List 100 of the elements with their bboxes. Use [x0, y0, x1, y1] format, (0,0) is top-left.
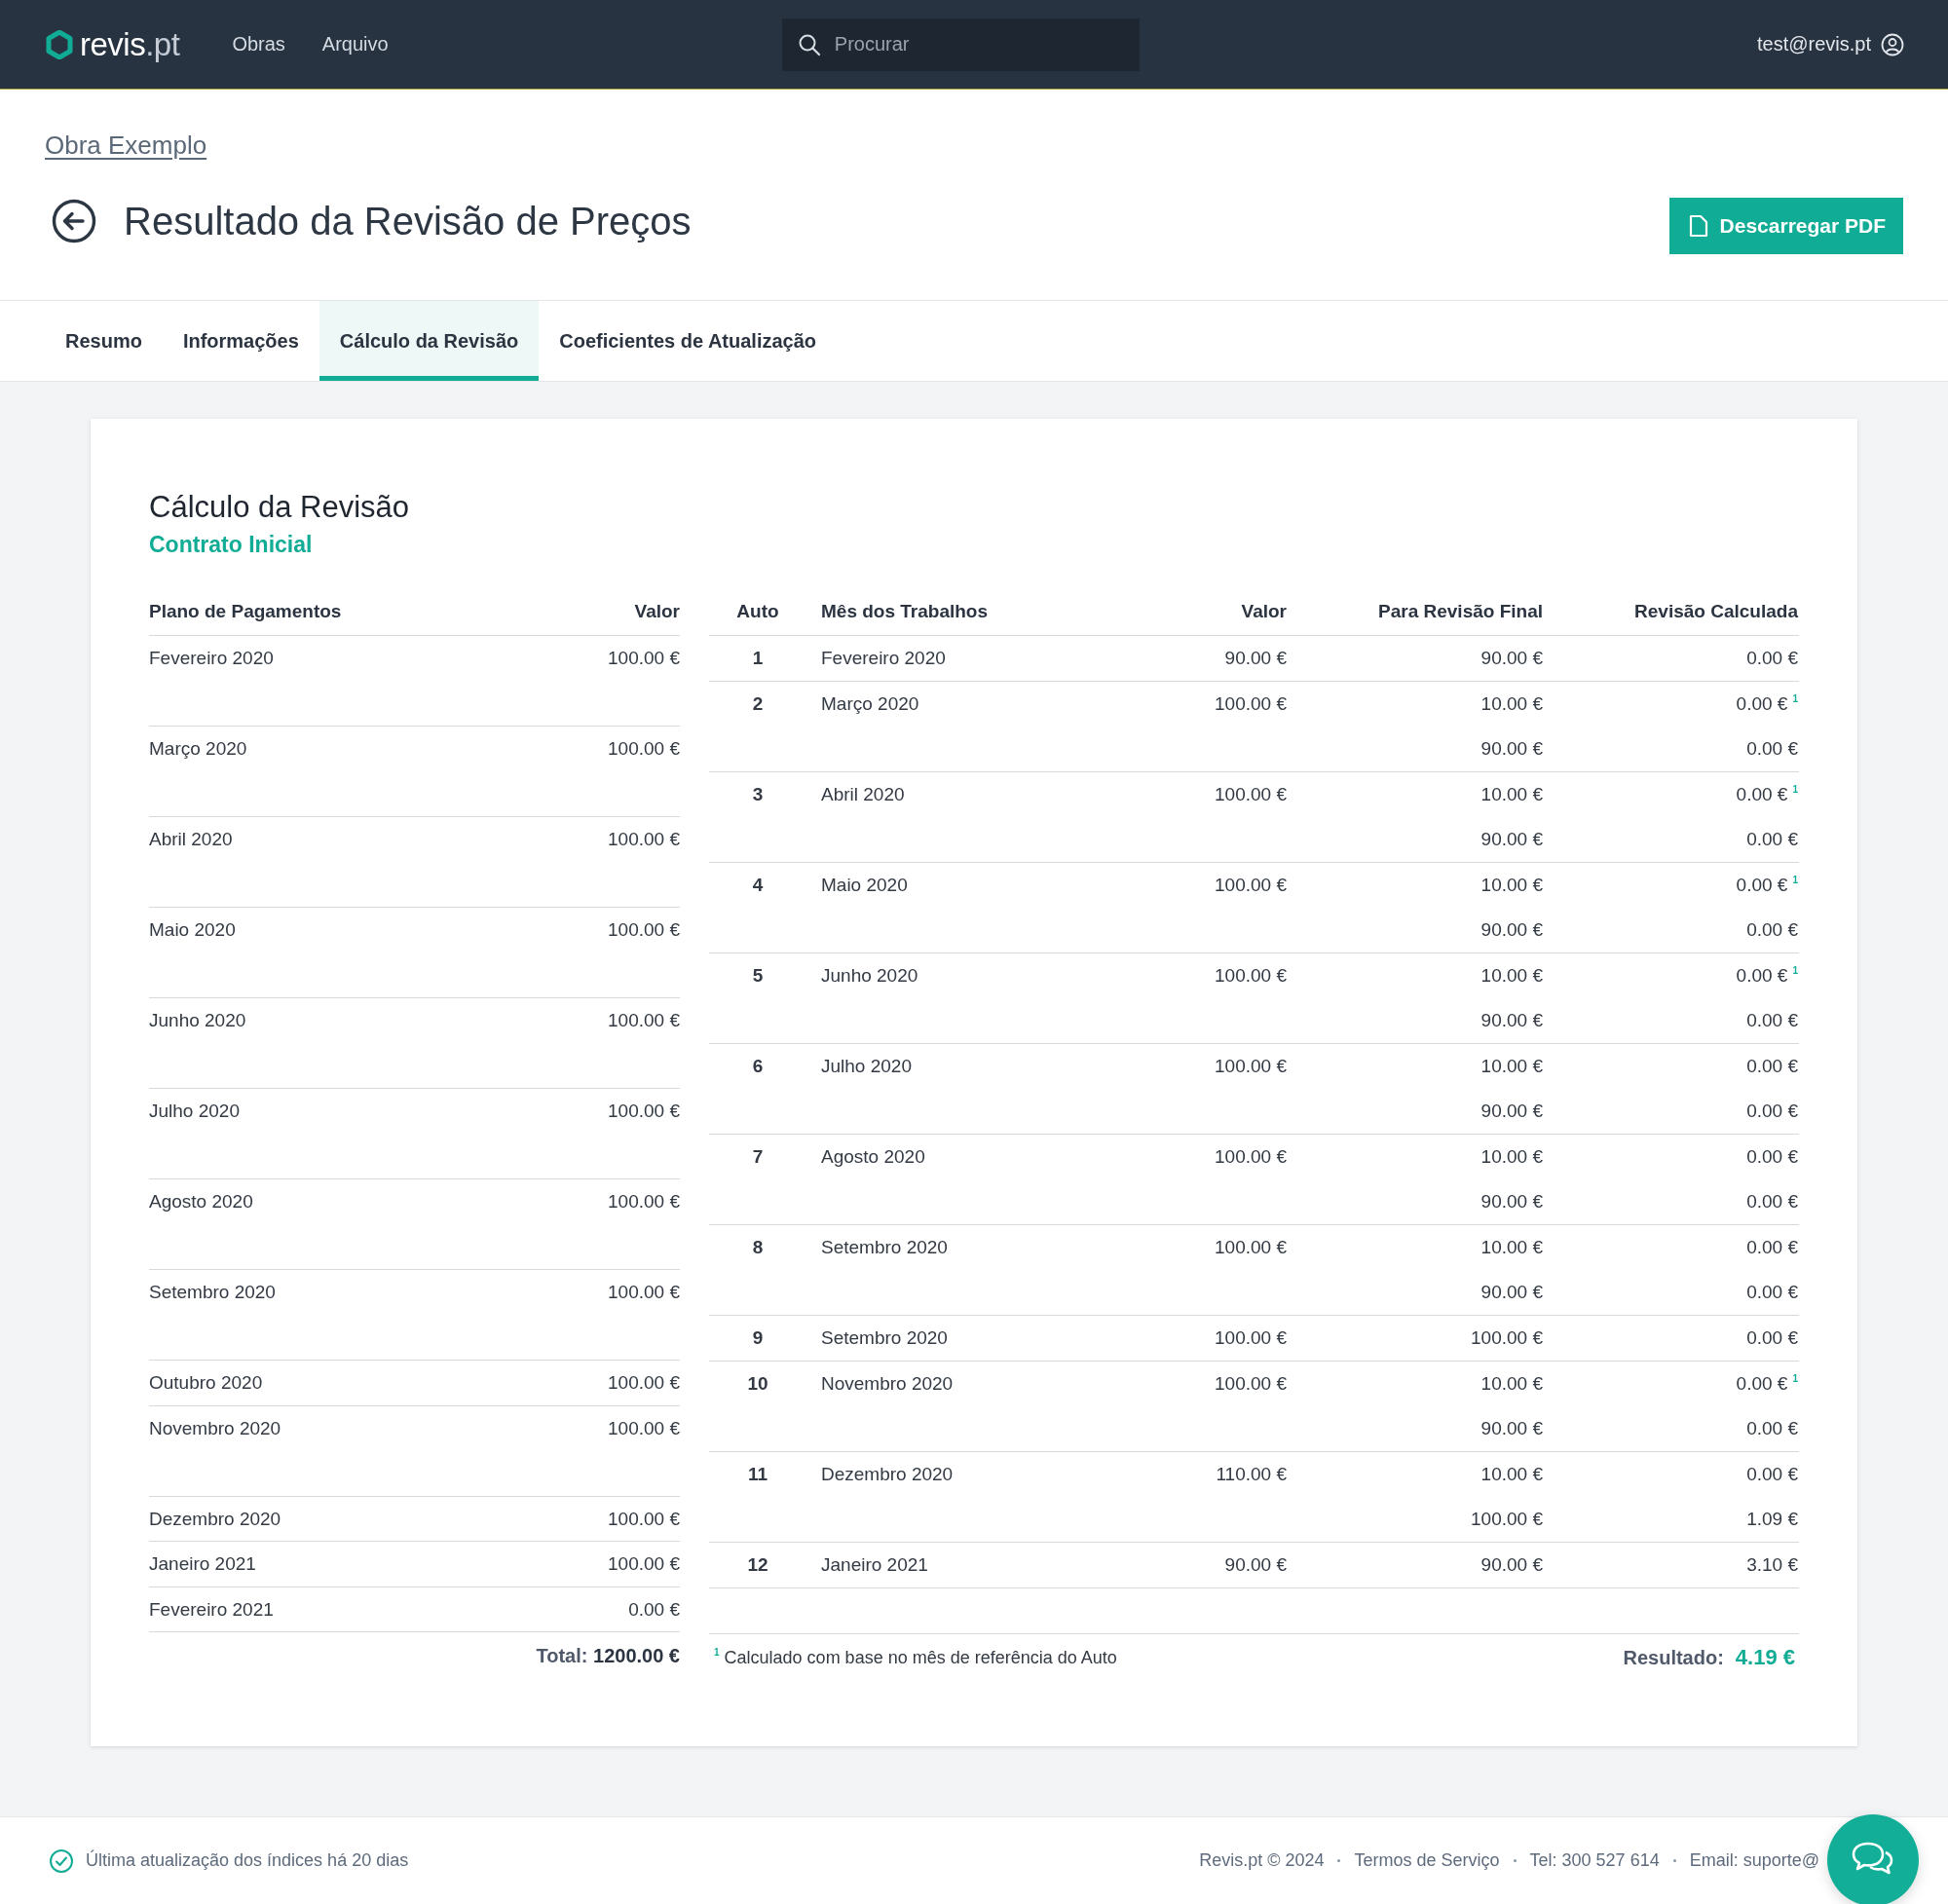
table-cell-text: Fevereiro 2020 [820, 648, 947, 669]
nav-link[interactable]: Arquivo [321, 33, 389, 56]
column-header: Valor [634, 601, 680, 622]
table-cell: 100.00 € [608, 738, 680, 761]
table-cell: 0.00 € [628, 1598, 680, 1621]
table-cell-text: 3 [751, 784, 765, 805]
table-cell: 0.00 € [1746, 1237, 1798, 1257]
file-icon [1688, 214, 1708, 238]
table-cell-text: 90.00 € [1480, 1554, 1543, 1576]
table-cell-text: Julho 2020 [149, 1101, 241, 1123]
table-cell: 100.00 € [608, 1191, 680, 1213]
card-title: Cálculo da Revisão [149, 489, 411, 526]
tab[interactable]: Cálculo da Revisão [318, 301, 540, 381]
table-cell: 0.00 € [1746, 738, 1798, 759]
table-cell-text: Fevereiro 2021 [149, 1598, 275, 1621]
table-cell-text: 110.00 € [1215, 1464, 1287, 1485]
table-cell-text: Junho 2020 [820, 965, 919, 987]
table-cell-text: 10.00 € [1480, 1464, 1543, 1485]
tab[interactable]: Coeficientes de Atualização [539, 301, 838, 381]
user-email[interactable]: test@revis.pt [1757, 33, 1871, 56]
table-cell: 100.00 € [608, 829, 680, 851]
table-cell-text: 10.00 € [1480, 875, 1543, 896]
table-cell-text: 100.00 € [1214, 1146, 1287, 1168]
table-cell-text: 90.00 € [1480, 1010, 1543, 1031]
table-cell-text: Maio 2020 [820, 875, 909, 896]
table-cell-text: Agosto 2020 [149, 1191, 254, 1213]
update-status: Última atualização dos índices há 20 dias [86, 1850, 409, 1871]
card-subtitle: Contrato Inicial [149, 531, 314, 559]
table-cell: 1.09 € [1746, 1509, 1798, 1529]
table-cell-text: 90.00 € [1480, 1282, 1543, 1303]
table-cell-text: 5 [751, 965, 765, 987]
user-icon[interactable] [1881, 32, 1904, 56]
table-cell-text: 10.00 € [1480, 1237, 1543, 1258]
table-cell-text: Abril 2020 [149, 829, 234, 851]
breadcrumb-link[interactable]: Obra Exemplo [45, 131, 207, 160]
footer-link[interactable]: Revis.pt © 2024 [1199, 1850, 1325, 1871]
table-cell: 100.00 € [608, 1101, 680, 1123]
table-cell-text: 90.00 € [1480, 1418, 1543, 1439]
footnote: $^{1}$ Calculado com base no mês de referência do Auto [713, 1647, 1117, 1668]
table-cell-text: 90.00 € [1480, 829, 1543, 850]
footer-link[interactable]: Email: suporte@ [1689, 1850, 1819, 1871]
footer-link[interactable]: Tel: 300 527 614 [1529, 1850, 1660, 1871]
logo-text[interactable]: revis.pt [80, 25, 180, 63]
table-cell: 3.10 € [1746, 1554, 1798, 1575]
column-header: Para Revisão Final [1377, 601, 1543, 622]
search-field[interactable]: Procurar [781, 18, 1140, 71]
footer-link[interactable]: Termos de Serviço [1354, 1850, 1500, 1871]
table-cell-text: Julho 2020 [820, 1056, 913, 1077]
table-cell-text: 4 [751, 875, 765, 896]
tab[interactable]: Resumo [45, 301, 163, 381]
table-cell-text: 100.00 € [1214, 1373, 1287, 1395]
table-cell: 0.00 € [1746, 1101, 1798, 1121]
table-cell-text: 10.00 € [1480, 693, 1543, 715]
table-cell-text: 90.00 € [1480, 919, 1543, 941]
back-icon[interactable] [52, 199, 96, 243]
table-cell-text: 100.00 € [1214, 1327, 1287, 1349]
table-cell-text: Novembro 2020 [820, 1373, 955, 1395]
table-cell: 100.00 € [608, 1372, 680, 1395]
table-cell-text: Outubro 2020 [149, 1372, 264, 1395]
table-cell-text: Setembro 2020 [149, 1282, 277, 1304]
table-cell-text: 100.00 € [1214, 875, 1287, 896]
table-cell: 0.00 €$^{1}$ [1736, 965, 1798, 986]
table-cell-text: Dezembro 2020 [149, 1508, 282, 1530]
table-cell-text: 90.00 € [1480, 648, 1543, 669]
table-cell-text: 100.00 € [1214, 1237, 1287, 1258]
table-cell-text: Janeiro 2021 [820, 1554, 929, 1576]
table-cell-text: 90.00 € [1480, 1101, 1543, 1122]
table-cell-text: Abril 2020 [820, 784, 906, 805]
table-cell-text: 100.00 € [1214, 693, 1287, 715]
nav-link[interactable]: Obras [232, 33, 285, 56]
logo-icon [45, 29, 74, 59]
table-cell-text: 10 [746, 1373, 769, 1395]
table-cell-text: Agosto 2020 [820, 1146, 926, 1168]
table-cell-text: 10.00 € [1480, 1056, 1543, 1077]
table-cell-text: 90.00 € [1480, 1191, 1543, 1213]
table-cell: 100.00 € [608, 1282, 680, 1304]
table-cell-text: Março 2020 [149, 738, 248, 761]
table-cell-text: 6 [751, 1056, 765, 1077]
table-cell: 0.00 € [1746, 1327, 1798, 1348]
table-cell: 0.00 € [1746, 1056, 1798, 1076]
table-cell: 0.00 €$^{1}$ [1736, 784, 1798, 804]
table-cell-text: Março 2020 [820, 693, 920, 715]
table-cell-text: Setembro 2020 [820, 1237, 949, 1258]
table-cell-text: 90.00 € [1223, 648, 1287, 669]
table-cell: 0.00 €$^{1}$ [1736, 1373, 1798, 1394]
table-cell-text: 90.00 € [1480, 738, 1543, 760]
table-cell: 0.00 € [1746, 829, 1798, 849]
table-cell-text: 10.00 € [1480, 1373, 1543, 1395]
table-cell-text: 100.00 € [1214, 965, 1287, 987]
result-value: 4.19 € [1735, 1645, 1795, 1670]
table-cell: 100.00 € [608, 1417, 680, 1439]
table-cell-text: 100.00 € [1470, 1327, 1543, 1349]
table-cell-text: Setembro 2020 [820, 1327, 949, 1349]
table-cell: 0.00 € [1746, 1282, 1798, 1302]
table-cell-text: Junho 2020 [149, 1010, 247, 1032]
table-cell: 0.00 € [1746, 648, 1798, 668]
check-icon [49, 1848, 74, 1874]
tab[interactable]: Informações [162, 301, 319, 381]
table-cell-text: 90.00 € [1223, 1554, 1287, 1576]
total-text: Total: 1200.00 € [536, 1644, 680, 1667]
